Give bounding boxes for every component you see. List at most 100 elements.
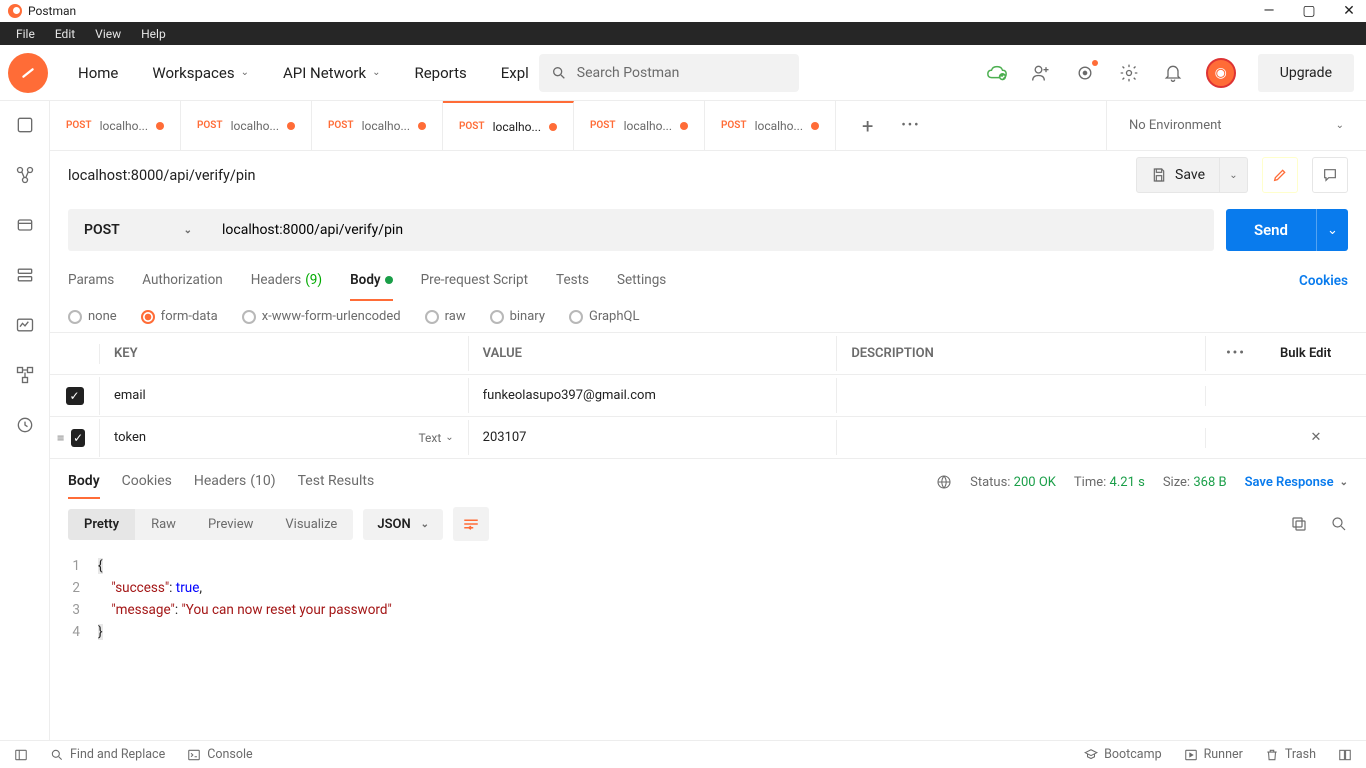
user-avatar[interactable]: ◉ xyxy=(1206,58,1236,88)
find-replace-button[interactable]: Find and Replace xyxy=(50,747,165,762)
view-raw[interactable]: Raw xyxy=(135,509,192,540)
nav-explore[interactable]: Explo xyxy=(489,64,529,82)
tab-5[interactable]: POSTlocalho... xyxy=(705,101,836,150)
formdata-table: KEY VALUE DESCRIPTION ••• Bulk Edit ✓ em… xyxy=(50,332,1366,459)
delete-row-button[interactable]: ✕ xyxy=(1266,420,1366,455)
runner-button[interactable]: Runner xyxy=(1184,747,1243,762)
menu-help[interactable]: Help xyxy=(131,27,176,41)
wrap-lines-button[interactable] xyxy=(453,507,489,541)
environment-selector[interactable]: No Environment ⌄ xyxy=(1106,101,1366,150)
monitors-icon[interactable] xyxy=(15,315,35,335)
key-input[interactable]: email xyxy=(114,388,146,403)
environments-icon[interactable] xyxy=(15,215,35,235)
capture-icon[interactable] xyxy=(1074,62,1096,84)
kv-row-0[interactable]: ✓ email funkeolasupo397@gmail.com xyxy=(50,375,1366,417)
kv-row-1[interactable]: ✓ token Text ⌄ 203107 ✕ xyxy=(50,417,1366,459)
copy-icon[interactable] xyxy=(1290,515,1308,533)
resp-tab-cookies[interactable]: Cookies xyxy=(122,465,172,499)
tab-authorization[interactable]: Authorization xyxy=(142,261,222,301)
collections-icon[interactable] xyxy=(15,115,35,135)
type-select[interactable]: Text ⌄ xyxy=(418,431,453,445)
sidebar-toggle-button[interactable] xyxy=(14,748,28,762)
desc-input[interactable] xyxy=(837,386,1206,406)
checkbox-icon[interactable]: ✓ xyxy=(71,429,85,447)
col-options-button[interactable]: ••• xyxy=(1206,336,1266,371)
tab-settings[interactable]: Settings xyxy=(617,261,666,301)
tab-prerequest[interactable]: Pre-request Script xyxy=(421,261,528,301)
response-body[interactable]: 1{ 2 "success": true, 3 "message": "You … xyxy=(50,549,1366,661)
tab-options-button[interactable]: ••• xyxy=(901,118,920,133)
nav-api-network[interactable]: API Network⌄ xyxy=(271,64,393,82)
tab-1[interactable]: POSTlocalho... xyxy=(181,101,312,150)
upgrade-button[interactable]: Upgrade xyxy=(1258,54,1354,92)
body-type-raw[interactable]: raw xyxy=(425,309,466,324)
tab-2[interactable]: POSTlocalho... xyxy=(312,101,443,150)
tab-headers[interactable]: Headers (9) xyxy=(251,261,322,301)
tab-body[interactable]: Body xyxy=(350,261,393,301)
search-response-icon[interactable] xyxy=(1330,515,1348,533)
send-button[interactable]: Send xyxy=(1226,209,1316,251)
save-button[interactable]: Save xyxy=(1136,157,1220,193)
two-pane-button[interactable] xyxy=(1338,747,1352,762)
body-type-xwww[interactable]: x-www-form-urlencoded xyxy=(242,309,401,324)
comment-button[interactable] xyxy=(1312,157,1348,193)
bootcamp-button[interactable]: Bootcamp xyxy=(1084,747,1161,762)
status-label: Status: 200 OK xyxy=(970,475,1056,490)
body-type-formdata[interactable]: form-data xyxy=(141,309,218,324)
invite-icon[interactable] xyxy=(1030,62,1052,84)
flows-icon[interactable] xyxy=(15,365,35,385)
menu-view[interactable]: View xyxy=(85,27,131,41)
checkbox-icon[interactable]: ✓ xyxy=(66,387,84,405)
postman-logo[interactable] xyxy=(8,53,48,93)
url-input[interactable] xyxy=(208,209,1214,251)
resp-tab-headers[interactable]: Headers (10) xyxy=(194,465,276,499)
key-input[interactable]: token xyxy=(114,430,146,445)
view-preview[interactable]: Preview xyxy=(192,509,269,540)
save-dropdown-button[interactable]: ⌄ xyxy=(1220,157,1248,193)
settings-icon[interactable] xyxy=(1118,62,1140,84)
tab-0[interactable]: POSTlocalho... xyxy=(50,101,181,150)
sync-icon[interactable] xyxy=(986,62,1008,84)
cookies-link[interactable]: Cookies xyxy=(1299,273,1348,289)
bulk-edit-button[interactable]: Bulk Edit xyxy=(1266,336,1366,371)
value-input[interactable]: 203107 xyxy=(469,420,838,455)
view-visualize[interactable]: Visualize xyxy=(269,509,353,540)
body-type-binary[interactable]: binary xyxy=(490,309,545,324)
mock-servers-icon[interactable] xyxy=(15,265,35,285)
window-minimize-button[interactable]: — xyxy=(1260,3,1278,19)
tab-4[interactable]: POSTlocalho... xyxy=(574,101,705,150)
nav-home[interactable]: Home xyxy=(66,64,130,82)
window-maximize-button[interactable]: ▢ xyxy=(1300,3,1318,19)
tab-tests[interactable]: Tests xyxy=(556,261,589,301)
globe-icon[interactable] xyxy=(936,474,952,490)
tab-3[interactable]: POSTlocalho... xyxy=(443,101,574,150)
console-button[interactable]: Console xyxy=(187,747,252,762)
response-tabs: Body Cookies Headers (10) Test Results S… xyxy=(50,459,1366,499)
edit-button[interactable] xyxy=(1262,157,1298,193)
menu-edit[interactable]: Edit xyxy=(45,27,85,41)
request-name[interactable]: localhost:8000/api/verify/pin xyxy=(68,167,256,184)
resp-tab-tests[interactable]: Test Results xyxy=(298,465,375,499)
body-type-none[interactable]: none xyxy=(68,309,117,324)
resp-tab-body[interactable]: Body xyxy=(68,465,100,499)
tab-params[interactable]: Params xyxy=(68,261,114,301)
new-tab-button[interactable]: + xyxy=(862,114,873,138)
search-input[interactable]: Search Postman xyxy=(539,54,799,92)
trash-button[interactable]: Trash xyxy=(1265,747,1316,762)
desc-input[interactable] xyxy=(837,428,1206,448)
menu-file[interactable]: File xyxy=(6,27,45,41)
apis-icon[interactable] xyxy=(15,165,35,185)
send-dropdown-button[interactable]: ⌄ xyxy=(1316,209,1348,251)
view-pretty[interactable]: Pretty xyxy=(68,509,135,540)
nav-reports[interactable]: Reports xyxy=(402,64,478,82)
history-icon[interactable] xyxy=(15,415,35,435)
drag-handle-icon[interactable] xyxy=(56,432,65,444)
body-type-graphql[interactable]: GraphQL xyxy=(569,309,639,324)
value-input[interactable]: funkeolasupo397@gmail.com xyxy=(469,378,838,413)
save-response-button[interactable]: Save Response⌄ xyxy=(1245,475,1348,490)
nav-workspaces[interactable]: Workspaces⌄ xyxy=(140,64,261,82)
method-select[interactable]: POST⌄ xyxy=(68,209,208,251)
format-select[interactable]: JSON⌄ xyxy=(363,509,443,540)
notifications-icon[interactable] xyxy=(1162,62,1184,84)
window-close-button[interactable]: ✕ xyxy=(1340,3,1358,19)
